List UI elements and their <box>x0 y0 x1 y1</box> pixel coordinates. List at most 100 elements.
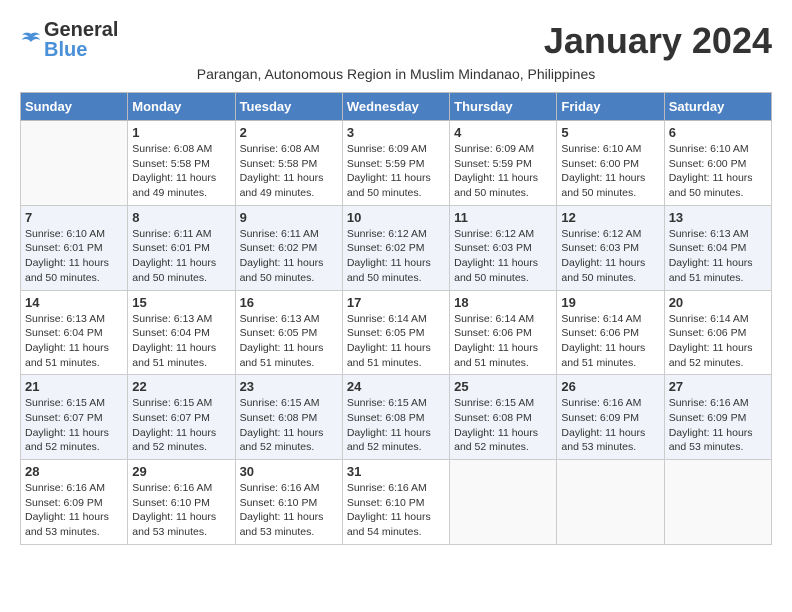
day-number: 3 <box>347 125 445 140</box>
day-number: 10 <box>347 210 445 225</box>
day-of-week-header: Tuesday <box>235 93 342 121</box>
day-info: Sunrise: 6:10 AMSunset: 6:00 PMDaylight:… <box>561 142 659 201</box>
day-info: Sunrise: 6:10 AMSunset: 6:00 PMDaylight:… <box>669 142 767 201</box>
calendar-cell: 12Sunrise: 6:12 AMSunset: 6:03 PMDayligh… <box>557 205 664 290</box>
day-info: Sunrise: 6:09 AMSunset: 5:59 PMDaylight:… <box>454 142 552 201</box>
day-number: 24 <box>347 379 445 394</box>
day-info: Sunrise: 6:14 AMSunset: 6:06 PMDaylight:… <box>454 312 552 371</box>
calendar-week-row: 28 Sunrise: 6:16 AMSunset: 6:09 PMDayligh… <box>21 460 772 545</box>
day-number: 26 <box>561 379 659 394</box>
calendar-cell <box>450 460 557 545</box>
day-info: Sunrise: 6:08 AMSunset: 5:58 PMDaylight:… <box>240 142 338 201</box>
calendar-cell: 22 Sunrise: 6:15 AMSunset: 6:07 PMDayligh… <box>128 375 235 460</box>
day-number: 31 <box>347 464 445 479</box>
day-number: 4 <box>454 125 552 140</box>
day-number: 2 <box>240 125 338 140</box>
calendar-cell: 7 Sunrise: 6:10 AMSunset: 6:01 PMDaylight… <box>21 205 128 290</box>
calendar-cell: 3 Sunrise: 6:09 AMSunset: 5:59 PMDaylight… <box>342 121 449 206</box>
day-number: 9 <box>240 210 338 225</box>
day-number: 5 <box>561 125 659 140</box>
day-info: Sunrise: 6:13 AMSunset: 6:04 PMDaylight:… <box>25 312 123 371</box>
day-number: 25 <box>454 379 552 394</box>
calendar-cell: 15Sunrise: 6:13 AMSunset: 6:04 PMDayligh… <box>128 290 235 375</box>
day-info: Sunrise: 6:11 AMSunset: 6:02 PMDaylight:… <box>240 227 338 286</box>
day-info: Sunrise: 6:16 AMSunset: 6:10 PMDaylight:… <box>240 481 338 540</box>
day-info: Sunrise: 6:16 AMSunset: 6:09 PMDaylight:… <box>25 481 123 540</box>
calendar-cell: 19 Sunrise: 6:14 AMSunset: 6:06 PMDayligh… <box>557 290 664 375</box>
logo-blue: Blue <box>44 39 87 61</box>
day-of-week-header: Friday <box>557 93 664 121</box>
calendar-cell: 27Sunrise: 6:16 AMSunset: 6:09 PMDayligh… <box>664 375 771 460</box>
day-of-week-header: Thursday <box>450 93 557 121</box>
logo-general: General <box>44 19 118 41</box>
day-number: 7 <box>25 210 123 225</box>
day-number: 17 <box>347 295 445 310</box>
calendar-cell <box>664 460 771 545</box>
day-info: Sunrise: 6:16 AMSunset: 6:10 PMDaylight:… <box>347 481 445 540</box>
calendar-cell: 8 Sunrise: 6:11 AMSunset: 6:01 PMDaylight… <box>128 205 235 290</box>
calendar-cell: 14 Sunrise: 6:13 AMSunset: 6:04 PMDayligh… <box>21 290 128 375</box>
day-number: 23 <box>240 379 338 394</box>
day-number: 6 <box>669 125 767 140</box>
day-number: 14 <box>25 295 123 310</box>
day-info: Sunrise: 6:15 AMSunset: 6:08 PMDaylight:… <box>347 396 445 455</box>
month-title: January 2024 <box>544 20 772 62</box>
calendar-cell: 6 Sunrise: 6:10 AMSunset: 6:00 PMDaylight… <box>664 121 771 206</box>
calendar-cell: 21Sunrise: 6:15 AMSunset: 6:07 PMDayligh… <box>21 375 128 460</box>
calendar-week-row: 14 Sunrise: 6:13 AMSunset: 6:04 PMDayligh… <box>21 290 772 375</box>
calendar-week-row: 21 Sunrise: 6:15 AMSunset: 6:07 PMDayligh… <box>21 375 772 460</box>
calendar-subtitle: Parangan, Autonomous Region in Muslim Mi… <box>20 66 772 82</box>
day-number: 15 <box>132 295 230 310</box>
day-of-week-header: Saturday <box>664 93 771 121</box>
calendar-cell: 28 Sunrise: 6:16 AMSunset: 6:09 PMDayligh… <box>21 460 128 545</box>
day-info: Sunrise: 6:16 AMSunset: 6:09 PMDaylight:… <box>561 396 659 455</box>
calendar-cell: 30 Sunrise: 6:16 AMSunset: 6:10 PMDayligh… <box>235 460 342 545</box>
day-info: Sunrise: 6:14 AMSunset: 6:05 PMDaylight:… <box>347 312 445 371</box>
calendar-cell: 5 Sunrise: 6:10 AMSunset: 6:00 PMDaylight… <box>557 121 664 206</box>
day-number: 12 <box>561 210 659 225</box>
day-info: Sunrise: 6:15 AMSunset: 6:08 PMDaylight:… <box>454 396 552 455</box>
day-number: 21 <box>25 379 123 394</box>
day-info: Sunrise: 6:14 AMSunset: 6:06 PMDaylight:… <box>669 312 767 371</box>
day-info: Sunrise: 6:15 AMSunset: 6:08 PMDaylight:… <box>240 396 338 455</box>
calendar-header-row: SundayMondayTuesdayWednesdayThursdayFrid… <box>21 93 772 121</box>
calendar-cell: 9 Sunrise: 6:11 AMSunset: 6:02 PMDaylight… <box>235 205 342 290</box>
calendar-cell: 10Sunrise: 6:12 AMSunset: 6:02 PMDayligh… <box>342 205 449 290</box>
calendar-cell <box>21 121 128 206</box>
day-info: Sunrise: 6:15 AMSunset: 6:07 PMDaylight:… <box>132 396 230 455</box>
day-of-week-header: Wednesday <box>342 93 449 121</box>
calendar-cell: 18 Sunrise: 6:14 AMSunset: 6:06 PMDayligh… <box>450 290 557 375</box>
day-number: 20 <box>669 295 767 310</box>
day-number: 28 <box>25 464 123 479</box>
day-number: 30 <box>240 464 338 479</box>
day-number: 11 <box>454 210 552 225</box>
day-of-week-header: Sunday <box>21 93 128 121</box>
day-number: 22 <box>132 379 230 394</box>
logo-bird-icon <box>20 30 42 52</box>
calendar-cell: 11Sunrise: 6:12 AMSunset: 6:03 PMDayligh… <box>450 205 557 290</box>
day-number: 29 <box>132 464 230 479</box>
calendar-cell: 4 Sunrise: 6:09 AMSunset: 5:59 PMDaylight… <box>450 121 557 206</box>
day-number: 1 <box>132 125 230 140</box>
calendar-cell: 20 Sunrise: 6:14 AMSunset: 6:06 PMDayligh… <box>664 290 771 375</box>
calendar-cell: 1Sunrise: 6:08 AMSunset: 5:58 PMDaylight… <box>128 121 235 206</box>
day-number: 19 <box>561 295 659 310</box>
calendar-week-row: 7 Sunrise: 6:10 AMSunset: 6:01 PMDaylight… <box>21 205 772 290</box>
calendar-week-row: 1 Sunrise: 6:08 AMSunset: 5:58 PMDaylight… <box>21 121 772 206</box>
calendar-cell: 26 Sunrise: 6:16 AMSunset: 6:09 PMDayligh… <box>557 375 664 460</box>
calendar-cell: 2 Sunrise: 6:08 AMSunset: 5:58 PMDaylight… <box>235 121 342 206</box>
calendar-cell: 17 Sunrise: 6:14 AMSunset: 6:05 PMDayligh… <box>342 290 449 375</box>
day-number: 8 <box>132 210 230 225</box>
day-info: Sunrise: 6:11 AMSunset: 6:01 PMDaylight:… <box>132 227 230 286</box>
calendar-cell: 13Sunrise: 6:13 AMSunset: 6:04 PMDayligh… <box>664 205 771 290</box>
page-header: General Blue January 2024 <box>20 20 772 62</box>
day-number: 27 <box>669 379 767 394</box>
calendar-cell: 24 Sunrise: 6:15 AMSunset: 6:08 PMDayligh… <box>342 375 449 460</box>
day-info: Sunrise: 6:10 AMSunset: 6:01 PMDaylight:… <box>25 227 123 286</box>
calendar-cell: 29Sunrise: 6:16 AMSunset: 6:10 PMDayligh… <box>128 460 235 545</box>
day-info: Sunrise: 6:14 AMSunset: 6:06 PMDaylight:… <box>561 312 659 371</box>
day-info: Sunrise: 6:09 AMSunset: 5:59 PMDaylight:… <box>347 142 445 201</box>
calendar-table: SundayMondayTuesdayWednesdayThursdayFrid… <box>20 92 772 545</box>
logo: General Blue <box>20 20 118 60</box>
day-number: 18 <box>454 295 552 310</box>
